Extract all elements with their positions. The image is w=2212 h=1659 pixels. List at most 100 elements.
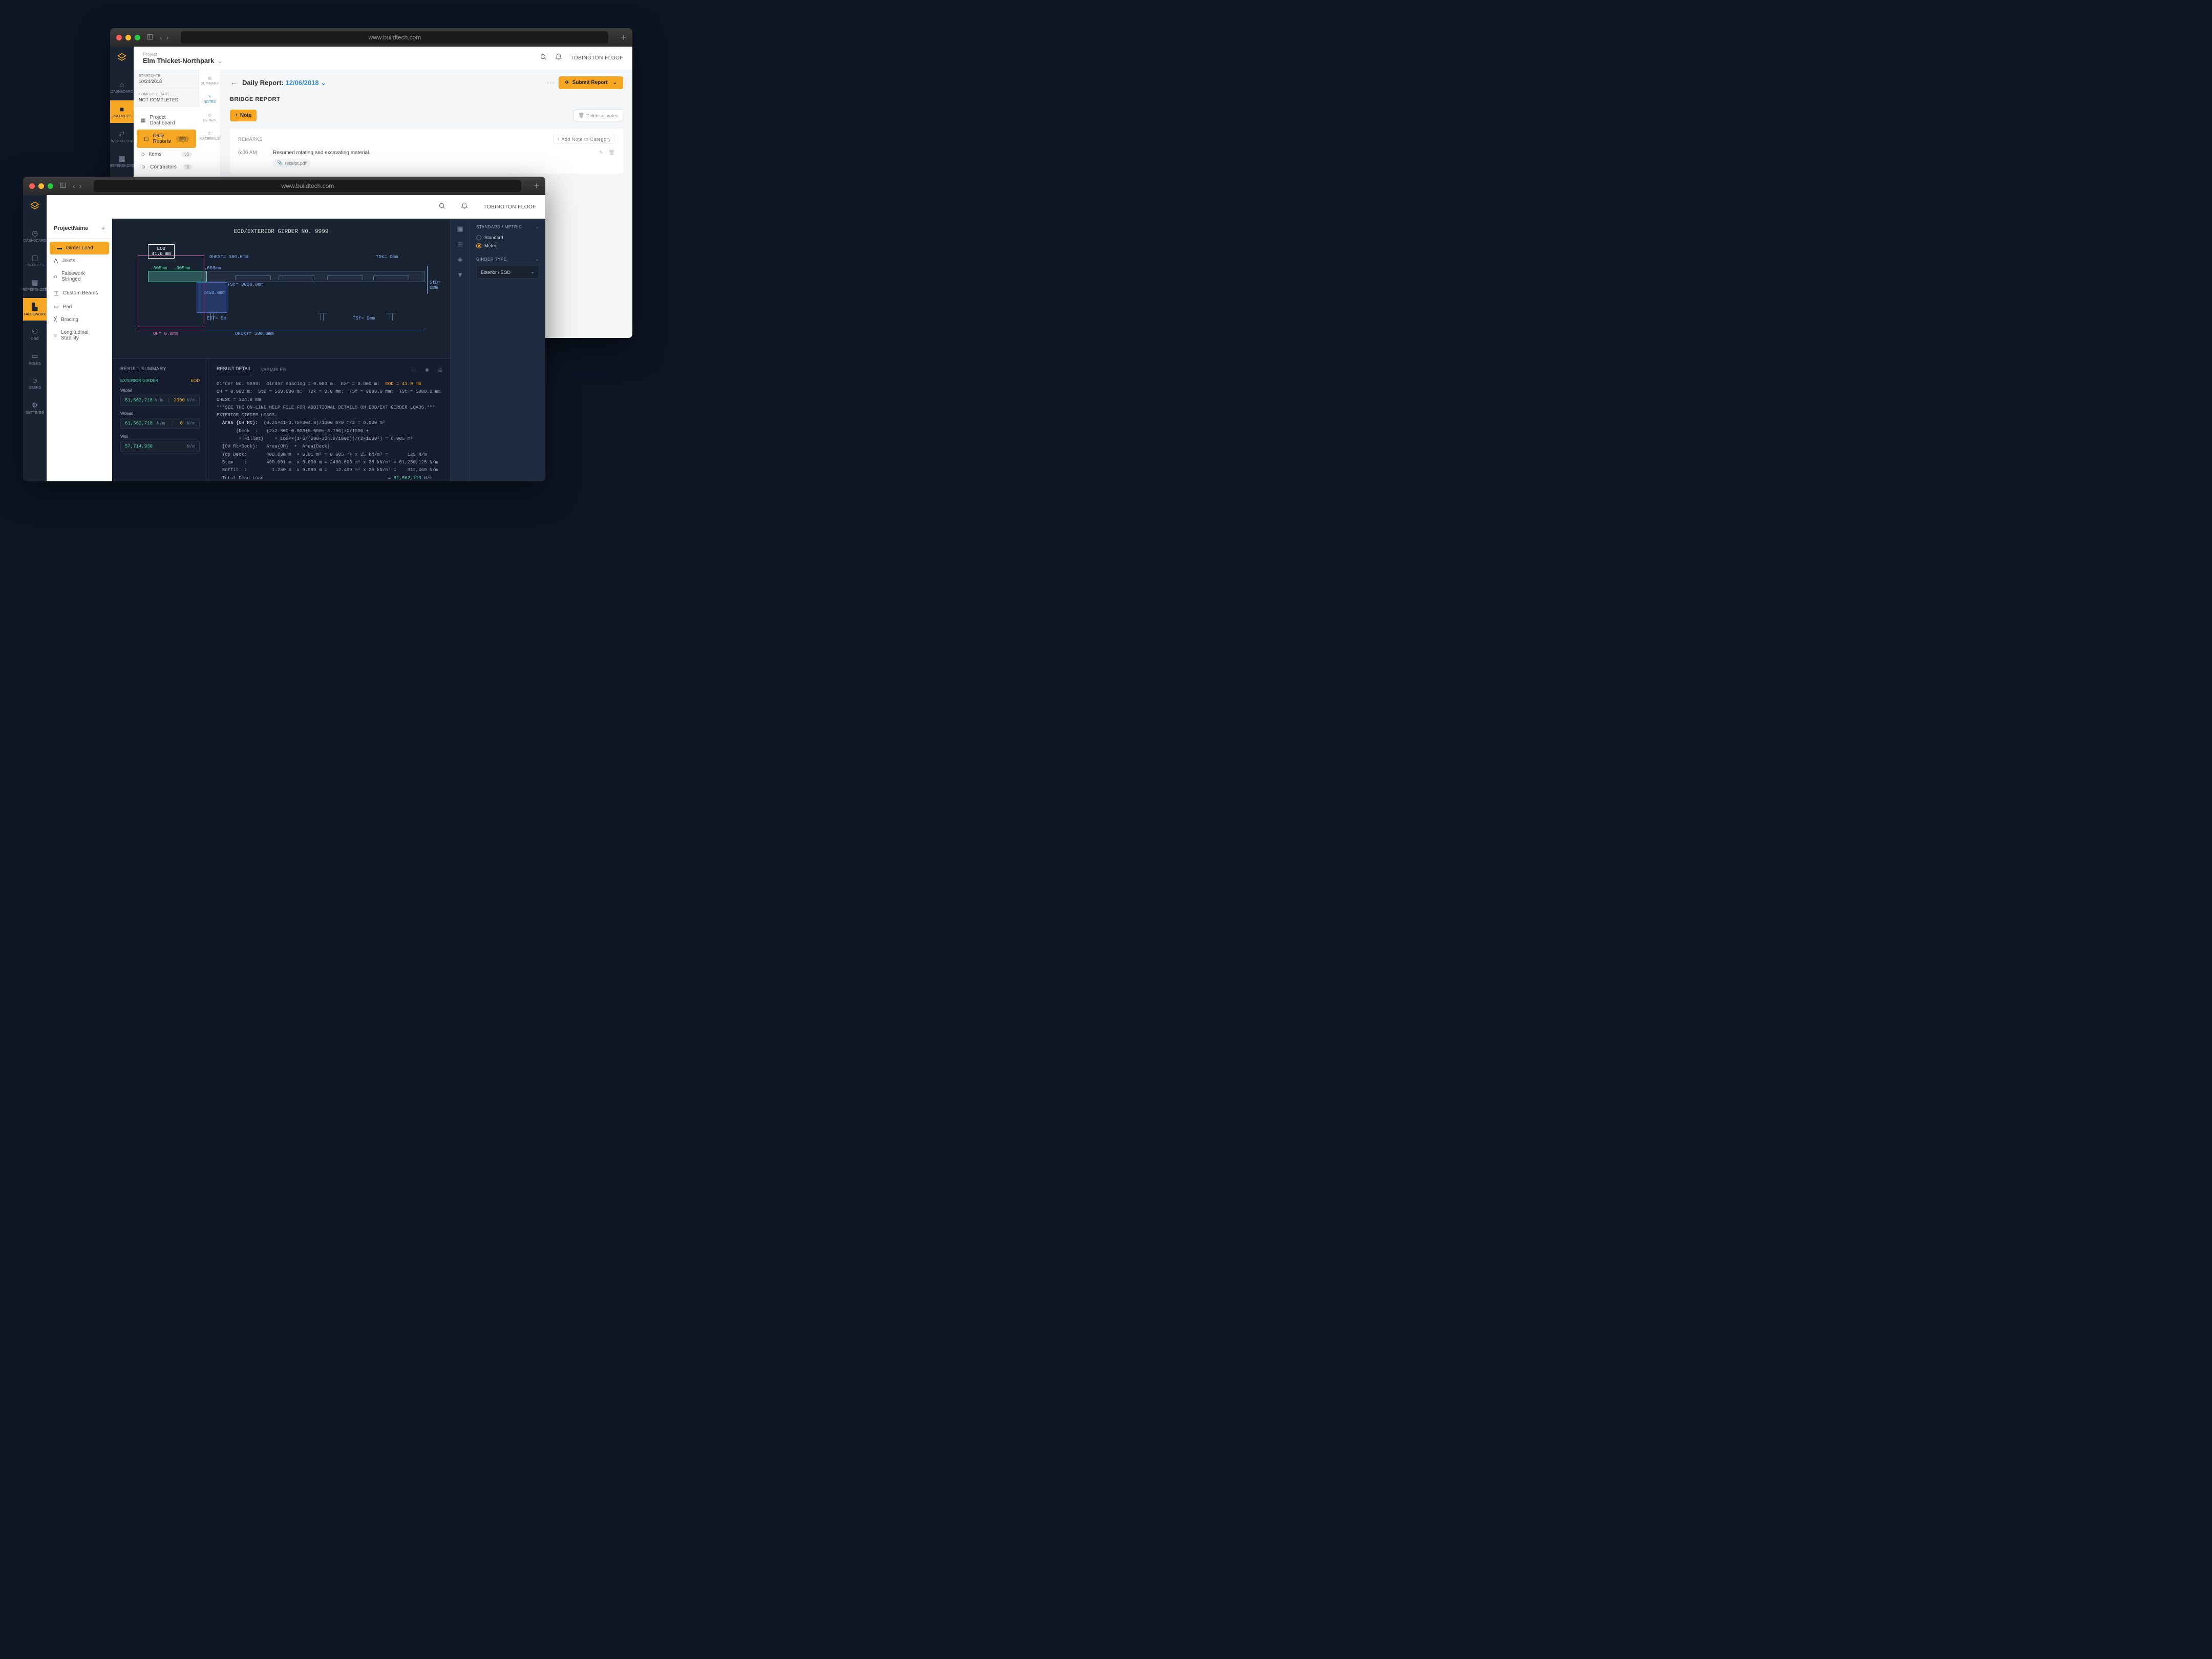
rail-item-references[interactable]: ▤REFERENCES	[23, 273, 47, 296]
radio-standard[interactable]: Standard	[476, 233, 539, 242]
label-tst: TSt= 3000.0mm	[227, 282, 263, 287]
arch-2	[279, 275, 314, 280]
chevron-down-icon[interactable]: ⌄	[217, 57, 223, 65]
project-name: ProjectName	[54, 225, 88, 231]
report-title: Daily Report: 12/06/2018 ⌄	[242, 79, 326, 87]
search-icon[interactable]	[540, 53, 547, 63]
delete-icon[interactable]: 🗑	[608, 150, 615, 156]
rail-item-workflow[interactable]: ⇄WORKFLOW	[110, 125, 134, 147]
nav-longitudinal-stability[interactable]: ≡Longitudinal Stability	[47, 326, 112, 345]
rail-item-users[interactable]: ☺USERS	[23, 372, 47, 394]
app-logo[interactable]	[117, 53, 126, 65]
pier-2	[317, 313, 327, 320]
nav-daily-reports[interactable]: ▢Daily Reports100	[137, 130, 196, 148]
rail-item-falsework[interactable]: ▙FALSEWORK	[23, 298, 47, 321]
user-name[interactable]: TOBINGTON FLOOF	[483, 204, 536, 210]
back-arrow-icon[interactable]: ‹	[160, 33, 162, 41]
complete-date-cell: COMPLETE DATE NOT COMPLETED	[134, 89, 199, 107]
label-tdk: TDk= 0mm	[376, 254, 398, 260]
nav-project-dashboard[interactable]: ▦Project Dashboard	[134, 111, 199, 130]
bell-icon[interactable]	[555, 53, 562, 63]
radio-metric[interactable]: Metric	[476, 242, 539, 250]
tab-materials[interactable]: ◫MATERIALS	[200, 132, 220, 141]
tab-result-detail[interactable]: RESULT DETAIL	[217, 366, 251, 373]
new-tab-icon[interactable]: +	[621, 32, 626, 43]
rail-item-dashboard[interactable]: ⌂DASHBOARD	[110, 76, 134, 98]
start-date-cell: START DATE 10/24/2018	[134, 70, 199, 89]
nav-custom-beams[interactable]: 工Custom Beams	[47, 286, 112, 301]
delete-all-notes-button[interactable]: 🗑Delete all notes	[573, 110, 623, 121]
cad-title: EOD/EXTERIOR GIRDER NO. 9999	[122, 229, 440, 235]
nav-joists[interactable]: ⋀Joists	[47, 254, 112, 267]
nav-pad[interactable]: ▭Pad	[47, 301, 112, 313]
minimize-window-icon[interactable]	[125, 35, 131, 40]
rail-item-roles[interactable]: ▭ROLES	[23, 347, 47, 370]
traffic-lights	[116, 35, 140, 40]
rail-item-projects[interactable]: ■PROJECTS	[110, 100, 134, 123]
more-menu-icon[interactable]: ⋯	[546, 78, 555, 88]
tab-variables[interactable]: VARIABLES	[261, 367, 286, 372]
add-note-to-category-button[interactable]: +Add Note to Category	[553, 135, 615, 144]
nav-girder-load[interactable]: ▬Girder Load	[50, 242, 109, 254]
rail-item-projects[interactable]: ▢PROJECTS	[23, 249, 47, 271]
minimize-window-icon[interactable]	[38, 183, 44, 189]
rail-item-settings[interactable]: ⚙SETTINGS	[23, 396, 47, 419]
chevron-down-icon[interactable]: ⌄	[536, 225, 539, 229]
chevron-down-icon[interactable]: ⌄	[613, 80, 617, 86]
rail-item-references[interactable]: ▤REFERENCES	[110, 150, 134, 172]
back-arrow-icon[interactable]: ‹	[73, 182, 75, 190]
forward-arrow-icon[interactable]: ›	[79, 182, 82, 190]
url-bar[interactable]: www.buildtech.com	[94, 180, 521, 192]
app-logo[interactable]	[30, 201, 39, 213]
eye-icon[interactable]: ◉	[425, 367, 429, 373]
add-project-icon[interactable]: +	[101, 225, 105, 232]
nav-falsework-stringed[interactable]: ∩Falsework Stringed	[47, 267, 112, 286]
rail-item-dashboard[interactable]: ◷DASHBOARD	[23, 224, 47, 247]
tab-summary[interactable]: ▤SUMMARY	[201, 76, 219, 86]
chevron-down-icon[interactable]: ⌄	[536, 257, 539, 262]
search-icon[interactable]	[438, 202, 445, 212]
eod-boundary	[138, 256, 204, 327]
maximize-window-icon[interactable]	[48, 183, 53, 189]
chevron-down-icon[interactable]: ⌄	[321, 79, 326, 87]
sidebar-toggle-icon[interactable]	[59, 182, 67, 190]
bell-icon[interactable]	[461, 202, 468, 212]
new-tab-icon[interactable]: +	[534, 181, 539, 192]
nav-bracing[interactable]: ╳Bracing	[47, 313, 112, 326]
copy-icon[interactable]: ⿻	[411, 367, 416, 373]
forward-arrow-icon[interactable]: ›	[166, 33, 169, 41]
tool-rail: ▦ ⊞ ◈ ▼	[450, 219, 470, 481]
back-arrow-icon[interactable]: ←	[230, 78, 238, 88]
tab-hours[interactable]: ◷HOURS	[203, 113, 216, 122]
print-icon[interactable]: ⎙	[438, 367, 442, 373]
nav-items[interactable]: ◇Items33	[134, 148, 199, 161]
layers-icon[interactable]: ◈	[458, 256, 463, 264]
traffic-lights	[29, 183, 53, 189]
maximize-window-icon[interactable]	[135, 35, 140, 40]
tab-notes[interactable]: ✎NOTES	[203, 95, 216, 104]
label-tsf: TSf= 0mm	[353, 316, 375, 321]
edit-icon[interactable]: ✎	[599, 150, 603, 156]
url-bar[interactable]: www.buildtech.com	[181, 31, 608, 44]
label-ohext-top: OHEXT= 300.0mm	[209, 254, 248, 260]
cad-canvas[interactable]: EOD/EXTERIOR GIRDER NO. 9999 EOD 41.0 mm	[112, 219, 450, 358]
filter-icon[interactable]: ▼	[457, 271, 463, 279]
metric-wss: Wss 57,714,930 N/m	[120, 434, 200, 452]
grid-icon[interactable]: ▦	[457, 225, 463, 233]
close-window-icon[interactable]	[29, 183, 35, 189]
report-date[interactable]: 12/06/2018	[286, 79, 319, 87]
calculator-icon[interactable]: ⊞	[457, 240, 463, 248]
attachment-chip[interactable]: 📎receipt.pdf	[273, 159, 310, 167]
sidebar-toggle-icon[interactable]	[146, 33, 154, 42]
browser-window-front: ‹ › www.buildtech.com + ◷DASHBOARD ▢PROJ…	[23, 177, 545, 481]
arch-1	[235, 275, 271, 280]
close-window-icon[interactable]	[116, 35, 122, 40]
arch-4	[373, 275, 409, 280]
rail-item-org[interactable]: ⚇ORG	[23, 323, 47, 345]
user-name[interactable]: TOBINGTON FLOOF	[570, 55, 623, 61]
result-detail-body: Girder No. 9999: Girder spacing = 0.000 …	[217, 380, 442, 481]
girder-type-dropdown[interactable]: Exterior / EOD⌄	[476, 266, 539, 279]
add-note-button[interactable]: +Note	[230, 110, 257, 121]
submit-report-button[interactable]: ✈ Submit Report ⌄	[559, 76, 623, 89]
nav-contractors[interactable]: ☺Contractors3	[134, 161, 199, 174]
